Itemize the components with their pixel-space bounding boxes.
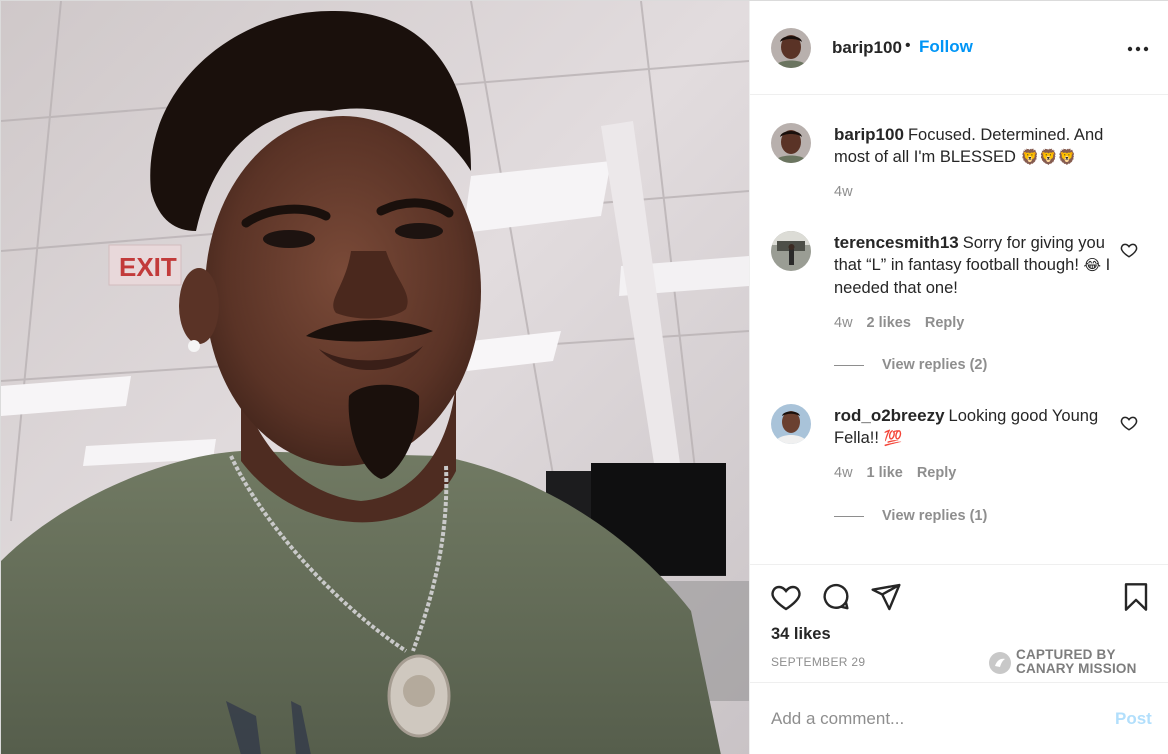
replies-divider	[834, 364, 864, 366]
author-avatar[interactable]	[771, 28, 811, 68]
reply-button[interactable]: Reply	[917, 465, 957, 481]
caption-time[interactable]: 4w	[834, 184, 853, 200]
comment-avatar-terencesmith13[interactable]	[771, 231, 811, 271]
like-comment-heart-icon[interactable]	[1120, 241, 1138, 259]
comment-text: terencesmith13 Sorry for giving you that …	[834, 232, 1116, 299]
comment-likes[interactable]: 2 likes	[867, 315, 911, 331]
caption-username[interactable]: barip100	[834, 125, 904, 144]
share-paper-plane-icon[interactable]	[870, 581, 902, 613]
follow-button[interactable]: Follow	[919, 37, 973, 57]
comment-meta: 4w 1 like Reply	[834, 465, 970, 481]
post-actions: 34 likes SEPTEMBER 29 CAPTURED BY CANARY…	[750, 564, 1168, 682]
comment-emoji: 💯	[883, 430, 903, 447]
caption-emoji: 🦁🦁🦁	[1020, 149, 1077, 166]
comment-username[interactable]: terencesmith13	[834, 233, 959, 252]
view-replies-label: View replies (1)	[882, 508, 988, 524]
canary-mission-watermark: CAPTURED BY CANARY MISSION	[988, 648, 1158, 678]
separator-dot: •	[905, 37, 911, 54]
caption-text: barip100 Focused. Determined. And most of…	[834, 124, 1116, 169]
likes-count[interactable]: 34 likes	[771, 625, 831, 644]
comment-text: rod_o2breezy Looking good Young Fella!! 💯	[834, 405, 1116, 450]
comment-meta: 4w 2 likes Reply	[834, 315, 978, 331]
post-comment-button[interactable]: Post	[1115, 709, 1152, 729]
comment-likes[interactable]: 1 like	[867, 465, 903, 481]
caption-meta: 4w	[834, 184, 867, 200]
captured-by-text: CAPTURED BY CANARY MISSION	[1016, 648, 1137, 676]
comment-avatar-rod_o2breezy[interactable]	[771, 404, 811, 444]
comment-time[interactable]: 4w	[834, 465, 853, 481]
captured-line-1: CAPTURED BY	[1016, 647, 1116, 662]
post-header: barip100 • Follow	[750, 1, 1168, 95]
comment-time[interactable]: 4w	[834, 315, 853, 331]
view-replies-label: View replies (2)	[882, 357, 988, 373]
view-replies-button[interactable]: View replies (1)	[834, 508, 987, 524]
add-comment-bar: Post	[750, 682, 1168, 754]
author-username[interactable]: barip100	[832, 38, 902, 58]
replies-divider	[834, 515, 864, 517]
like-comment-heart-icon[interactable]	[1120, 414, 1138, 432]
captured-line-2: CANARY MISSION	[1016, 661, 1137, 676]
reply-button[interactable]: Reply	[925, 315, 965, 331]
comment-username[interactable]: rod_o2breezy	[834, 406, 945, 425]
more-options-icon[interactable]	[1126, 39, 1150, 59]
view-replies-button[interactable]: View replies (2)	[834, 357, 987, 373]
post-side-panel: barip100 • Follow barip100 Focused. Dete…	[749, 1, 1168, 754]
comments-list: barip100 Focused. Determined. And most of…	[750, 96, 1168, 564]
post-photo[interactable]: EXIT	[1, 1, 749, 754]
instagram-post-modal: EXIT barip100 • Follow barip100 Focused.…	[0, 0, 1168, 754]
caption-author-avatar[interactable]	[771, 123, 811, 163]
save-bookmark-icon[interactable]	[1120, 581, 1152, 613]
comment-bubble-icon[interactable]	[820, 581, 852, 613]
canary-mission-logo-icon	[989, 652, 1011, 674]
selfie-image: EXIT	[1, 1, 749, 754]
exit-sign-text: EXIT	[119, 252, 177, 282]
comment-emoji: 😂	[1083, 257, 1102, 274]
post-date: SEPTEMBER 29	[771, 655, 866, 669]
like-heart-icon[interactable]	[770, 581, 802, 613]
add-comment-input[interactable]	[771, 705, 1091, 733]
